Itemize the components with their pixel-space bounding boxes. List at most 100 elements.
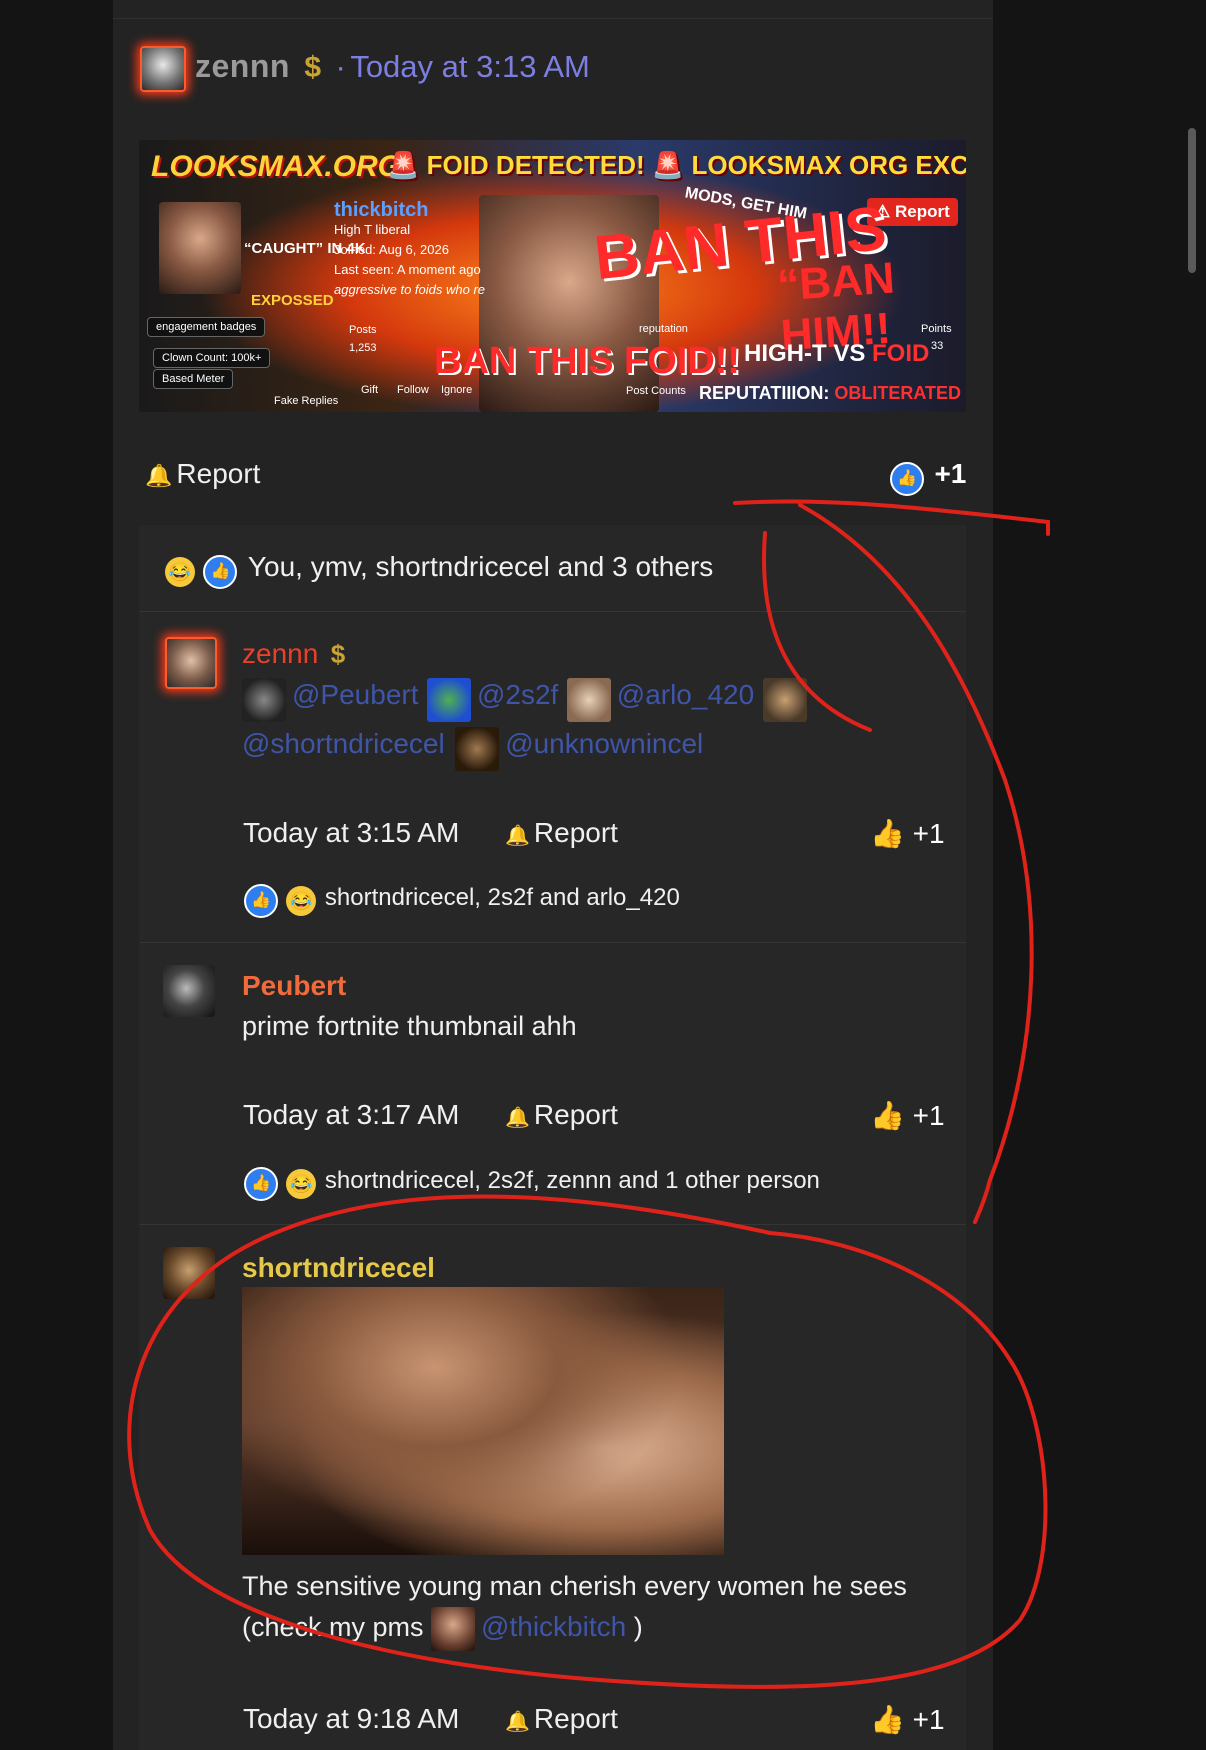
comment-report-button[interactable]: 🔔 Report — [505, 1099, 618, 1131]
mention-link[interactable]: @shortndricecel — [242, 728, 445, 759]
banner-points-value: 33 — [931, 340, 944, 352]
report-label: Report — [533, 1099, 618, 1130]
comment-header: zennn $ — [242, 638, 345, 670]
like-icon: 👍 — [244, 884, 278, 918]
banner-ignore: Ignore — [441, 384, 473, 396]
banner-fake-replies: Fake Replies — [274, 395, 339, 407]
mention-link[interactable]: @unknownincel — [505, 728, 703, 759]
divider — [113, 18, 993, 19]
dollar-badge-icon: $ — [330, 639, 346, 669]
banner-vs: HIGH-T VS FOID — [744, 340, 929, 368]
comment-author[interactable]: zennn — [242, 638, 318, 669]
like-icon: 👍 — [890, 461, 924, 496]
comment-like-button[interactable]: 👍 +1 — [870, 1703, 945, 1736]
dollar-badge-icon: $ — [304, 51, 322, 84]
laugh-icon: 😂 — [165, 556, 195, 587]
banner-face-left — [159, 202, 241, 294]
banner-posts-value: 1,253 — [349, 342, 377, 354]
banner-vs-prefix: HIGH-T VS — [744, 340, 873, 367]
comment-author[interactable]: Peubert — [242, 970, 346, 1002]
mention-avatar — [455, 726, 500, 771]
banner-headline: 🚨 FOID DETECTED! 🚨 LOOKSMAX ORG EXCLUSIV… — [387, 150, 966, 180]
comment-report-button[interactable]: 🔔 Report — [505, 1703, 618, 1735]
banner-profile-card: thickbitch High T liberal Joined: Aug 6,… — [334, 200, 485, 300]
reactions-text: shortndricecel, 2s2f, zennn and 1 other … — [324, 1167, 820, 1195]
banner-rep-value: OBLITERATED — [834, 383, 961, 403]
divider — [140, 611, 966, 612]
report-label: Report — [533, 1703, 618, 1734]
banner-username: thickbitch — [334, 199, 429, 221]
reactions-text: shortndricecel, 2s2f and arlo_420 — [324, 884, 680, 912]
banner-joined: Joined: Aug 6, 2026 — [334, 242, 449, 257]
like-count: +1 — [912, 1100, 945, 1131]
post-like-button[interactable]: 👍 +1 — [890, 458, 966, 496]
banner-points-label: Points — [921, 323, 952, 335]
comment-timestamp[interactable]: Today at 3:15 AM — [243, 817, 459, 849]
banner-reputation-line: REPUTATIIION: OBLITERATED — [699, 383, 961, 404]
banner-bio: aggressive to foids who re — [334, 282, 486, 297]
comment-text-part: ) — [633, 1612, 643, 1642]
comment-avatar[interactable] — [163, 1247, 215, 1299]
post-report-button[interactable]: 🔔 Report — [145, 458, 260, 490]
banner-ban-foid: BAN THIS FOID!! — [434, 340, 741, 382]
banner-chip-clown: Clown Count: 100k+ — [153, 348, 271, 368]
author-name[interactable]: zennn — [195, 48, 290, 84]
like-count: +1 — [912, 818, 945, 849]
banner-last-seen: Last seen: A moment ago — [334, 262, 481, 277]
comment-avatar[interactable] — [163, 965, 215, 1017]
like-count: +1 — [934, 458, 967, 489]
laugh-icon: 😂 — [286, 1169, 317, 1199]
like-icon: 👍 — [203, 554, 238, 589]
banner-chip-badges: engagement badges — [147, 317, 266, 337]
banner-chip-based: Based Meter — [153, 369, 234, 389]
mention-avatar — [426, 677, 471, 722]
banner-logo: LOOKSMAX.ORG — [151, 150, 402, 183]
report-label: Report — [533, 817, 618, 848]
comment-reactions[interactable]: 👍 😂 shortndricecel, 2s2f, zennn and 1 ot… — [244, 1167, 820, 1201]
post-reactions-summary[interactable]: 😂 👍 You, ymv, shortndricecel and 3 other… — [165, 551, 713, 589]
post-header: zennn $ · Today at 3:13 AM — [195, 48, 590, 85]
laugh-icon: 😂 — [286, 886, 317, 916]
banner-rep-prefix: REPUTATIIION: — [699, 383, 835, 403]
thumbs-up-icon: 👍 — [870, 1704, 905, 1735]
banner-posts-label: Posts — [349, 324, 377, 336]
mention-avatar — [431, 1606, 476, 1651]
comment-timestamp[interactable]: Today at 9:18 AM — [243, 1703, 459, 1735]
banner-gift: Gift — [361, 384, 379, 396]
comment-text-line2: (check my pms @thickbitch ) — [242, 1604, 643, 1651]
divider — [140, 1224, 966, 1225]
reactions-text: You, ymv, shortndricecel and 3 others — [247, 551, 714, 582]
comment-image[interactable] — [242, 1287, 724, 1555]
thumbs-up-icon: 👍 — [870, 1100, 905, 1131]
comment-text-part: (check my pms — [242, 1612, 424, 1642]
comment-text-line1: The sensitive young man cherish every wo… — [242, 1571, 907, 1601]
post-banner-image: LOOKSMAX.ORG 🚨 FOID DETECTED! 🚨 LOOKSMAX… — [139, 140, 966, 412]
comment-timestamp[interactable]: Today at 3:17 AM — [243, 1099, 459, 1131]
banner-vs-foid: FOID — [872, 340, 930, 367]
bell-icon: 🔔 — [505, 825, 530, 847]
author-avatar[interactable] — [140, 46, 186, 92]
mention-link[interactable]: @arlo_420 — [617, 679, 754, 710]
like-icon: 👍 — [244, 1167, 278, 1201]
report-label: Report — [176, 458, 261, 489]
mention-avatar — [566, 677, 611, 722]
mention-link[interactable]: @thickbitch — [481, 1611, 626, 1642]
bell-icon: 🔔 — [505, 1107, 530, 1129]
mention-link[interactable]: @2s2f — [477, 679, 558, 710]
comment-reactions[interactable]: 👍 😂 shortndricecel, 2s2f and arlo_420 — [244, 884, 680, 918]
banner-tagline: High T liberal — [334, 222, 411, 237]
comment-like-button[interactable]: 👍 +1 — [870, 1099, 945, 1132]
scrollbar-thumb[interactable] — [1188, 128, 1196, 273]
comment-author[interactable]: shortndricecel — [242, 1252, 435, 1284]
mention-avatar — [242, 677, 286, 722]
like-count: +1 — [912, 1704, 945, 1735]
mention-link[interactable]: @Peubert — [292, 679, 419, 710]
comment-report-button[interactable]: 🔔 Report — [505, 817, 618, 849]
comment-avatar[interactable] — [165, 637, 217, 689]
banner-exposed: EXPOSSED — [251, 292, 334, 309]
comment-like-button[interactable]: 👍 +1 — [870, 817, 945, 850]
comment-text: prime fortnite thumbnail ahh — [242, 1011, 577, 1041]
post-timestamp[interactable]: Today at 3:13 AM — [350, 49, 590, 84]
mention-avatar — [762, 677, 807, 722]
divider — [140, 942, 966, 943]
